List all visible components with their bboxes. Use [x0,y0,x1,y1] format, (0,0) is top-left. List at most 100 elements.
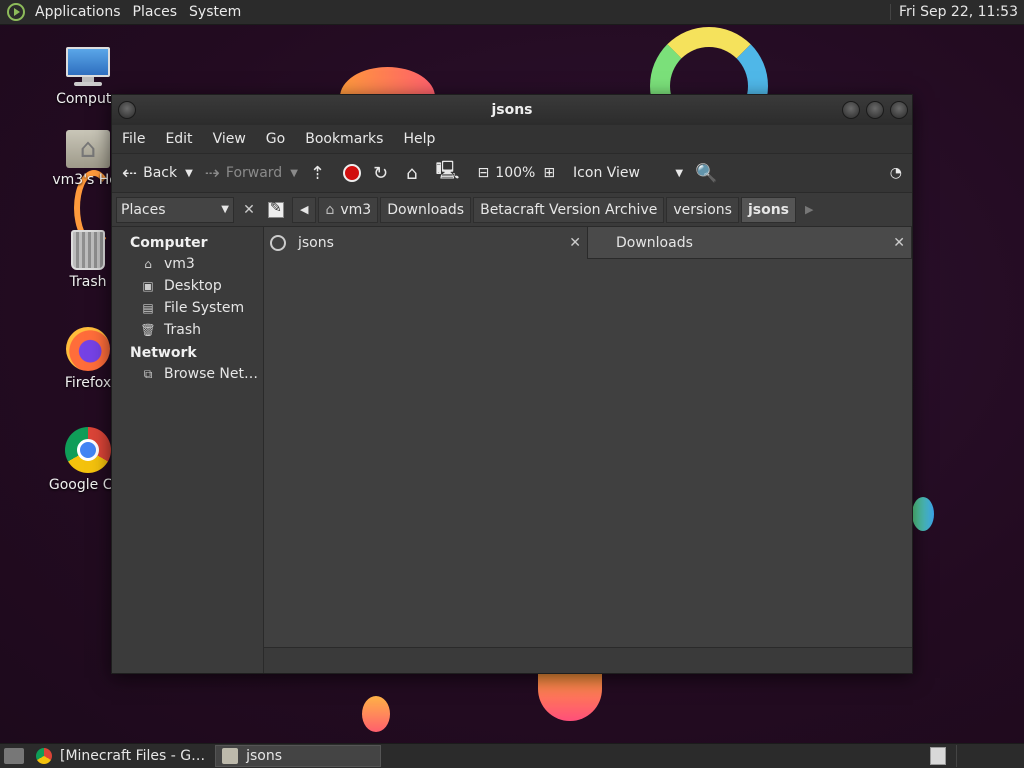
folder-icon [222,748,239,764]
sidebar-item-desktop[interactable]: ▣ Desktop [112,275,263,297]
maximize-button[interactable] [866,101,884,119]
home-folder-icon: ⌂ [406,162,418,184]
trash-icon [71,230,105,270]
edit-location-icon[interactable] [268,200,284,218]
computer-button[interactable]: 🖳 [436,158,466,188]
window-title: jsons [491,102,533,118]
sidebar-header-network: Network [130,345,197,361]
back-arrow-icon: ⇠ [122,162,138,184]
clock[interactable]: Fri Sep 22, 11:53 [889,4,1024,20]
breadcrumb-downloads[interactable]: Downloads [380,196,472,223]
distro-logo-icon[interactable] [7,3,25,21]
workspace-switcher-empty[interactable] [956,745,1022,767]
places-sidebar: Computer ⌂ vm3 ▣ Desktop ▤ File System 🗑… [112,227,264,673]
forward-arrow-icon: ⇢ [204,162,220,184]
back-label: Back [143,165,178,181]
window-titlebar[interactable]: jsons [112,95,912,125]
tab-jsons[interactable]: jsons ✕ [264,227,588,259]
breadcrumb-betacraft[interactable]: Betacraft Version Archive [473,196,665,223]
chrome-icon [65,427,111,473]
close-sidebar-icon[interactable]: ✕ [238,202,260,218]
back-history-dropdown-icon[interactable]: ▼ [185,168,193,179]
reload-icon: ↻ [373,162,389,184]
view-mode-label: Icon View [573,165,640,181]
forward-label: Forward [225,165,283,181]
network-icon: ⧉ [143,367,153,381]
menu-file[interactable]: File [112,131,155,147]
show-desktop-icon[interactable] [4,748,24,764]
breadcrumb-versions[interactable]: versions [666,196,739,223]
home-button[interactable]: ⌂ [406,163,423,184]
up-arrow-icon: ⇡ [309,162,325,184]
menu-edit[interactable]: Edit [155,131,202,147]
zoom-level: 100% [495,165,536,181]
spinner-icon: ◔ [889,165,902,181]
firefox-icon [66,327,110,371]
breadcrumb-scroll-right[interactable]: ▶ [798,197,820,223]
status-bar [264,647,912,673]
reload-button[interactable]: ↻ [373,163,394,184]
menu-bookmarks[interactable]: Bookmarks [295,131,393,147]
file-view[interactable] [264,259,912,647]
breadcrumb-vm3[interactable]: ⌂ vm3 [318,196,379,223]
sidebar-item-label: Trash [164,322,201,338]
sidebar-item-filesystem[interactable]: ▤ File System [112,297,263,319]
stop-icon [343,164,361,182]
toolbar: ⇠ Back ▼ ⇢ Forward ▼ ⇡ ↻ ⌂ 🖳 ⊟ 100% ⊞ Ic… [112,153,912,193]
up-button[interactable]: ⇡ [310,163,331,184]
minimize-button[interactable] [842,101,860,119]
zoom-control: ⊟ 100% ⊞ [478,165,562,181]
bottom-panel: [Minecraft Files - G… jsons [0,743,1024,768]
close-icon[interactable]: ✕ [893,235,905,251]
content-area: Computer ⌂ vm3 ▣ Desktop ▤ File System 🗑… [112,227,912,673]
sidebar-item-browse-network[interactable]: ⧉ Browse Net… [112,363,263,385]
stop-button[interactable] [343,164,361,182]
zoom-out-icon[interactable]: ⊟ [478,165,490,181]
menu-applications[interactable]: Applications [29,4,127,20]
view-mode-select[interactable]: Icon View ▼ [573,165,683,181]
tab-bar: jsons ✕ Downloads ✕ [264,227,912,259]
sidebar-type-label: Places [121,201,166,218]
close-icon[interactable]: ✕ [569,235,581,251]
sidebar-header-computer: Computer [130,235,208,251]
top-panel: Applications Places System Fri Sep 22, 1… [0,0,1024,25]
sidebar-item-vm3[interactable]: ⌂ vm3 [112,253,263,275]
sidebar-item-label: Desktop [164,278,222,294]
task-label: jsons [246,748,283,764]
window-menu-button[interactable] [118,101,136,119]
sidebar-item-trash[interactable]: 🗑 Trash [112,319,263,341]
chevron-down-icon: ▼ [675,167,684,179]
menubar: File Edit View Go Bookmarks Help [112,125,912,153]
trash-icon: 🗑 [140,323,156,337]
task-jsons[interactable]: jsons [215,745,382,767]
breadcrumb-jsons[interactable]: jsons [740,196,796,223]
desktop-icon-label: Trash [69,274,107,290]
sidebar-type-select[interactable]: Places ▼ [116,196,234,223]
zoom-in-icon[interactable]: ⊞ [543,165,555,181]
forward-history-dropdown-icon[interactable]: ▼ [290,168,298,179]
close-button[interactable] [890,101,908,119]
tab-downloads[interactable]: Downloads ✕ [588,227,912,259]
desktop-icon-label: Firefox [64,375,112,391]
task-minecraft-files[interactable]: [Minecraft Files - G… [30,745,211,767]
sidebar-item-label: File System [164,300,245,316]
breadcrumb-scroll-left[interactable]: ◀ [292,196,317,223]
desktop-folder-icon: ▣ [142,279,154,293]
menu-system[interactable]: System [183,4,247,20]
computer-icon [64,47,112,87]
menu-places[interactable]: Places [127,4,184,20]
search-button[interactable]: 🔍 [695,163,723,184]
breadcrumb-label: vm3 [340,201,372,218]
sidebar-item-label: vm3 [164,256,195,272]
home-folder-icon [66,130,110,168]
chrome-icon [36,748,52,764]
forward-button[interactable]: ⇢ Forward ▼ [205,163,298,184]
menu-help[interactable]: Help [393,131,445,147]
menu-go[interactable]: Go [256,131,295,147]
loading-spinner-icon [270,235,286,251]
throbber: ◔ [890,165,908,181]
menu-view[interactable]: View [203,131,256,147]
drive-icon: ▤ [142,301,154,315]
workspace-switcher[interactable] [930,747,946,765]
back-button[interactable]: ⇠ Back ▼ [122,163,193,184]
